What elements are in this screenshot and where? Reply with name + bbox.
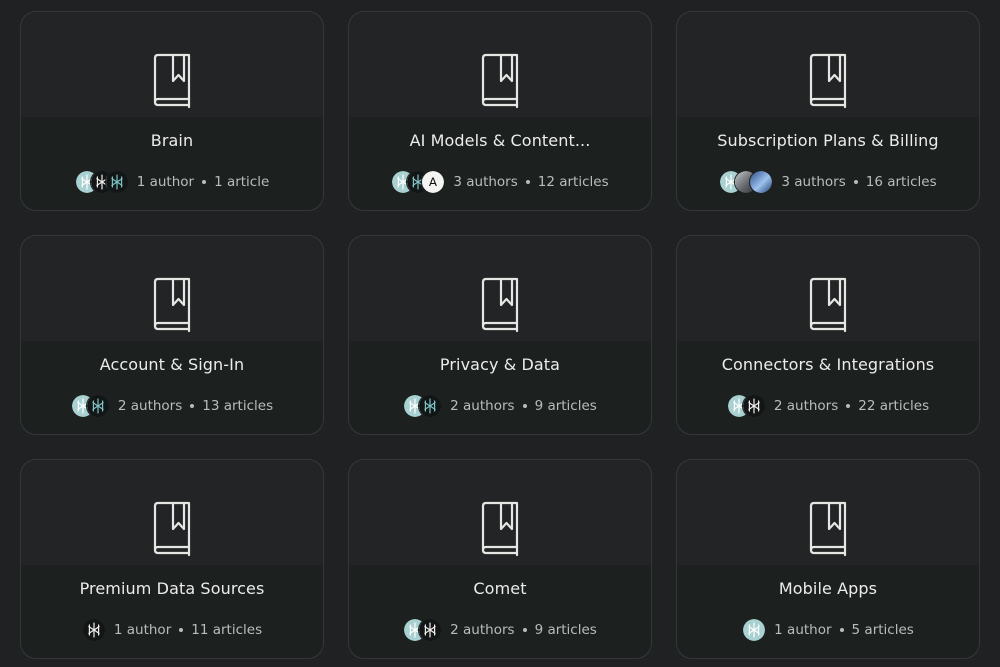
book-bookmark-icon	[809, 53, 847, 109]
author-avatar	[749, 170, 774, 194]
collection-meta: A 3 authors 12 articles	[349, 170, 651, 194]
article-count: 9 articles	[534, 622, 597, 638]
author-avatar	[81, 618, 106, 642]
book-bookmark-icon	[481, 277, 519, 333]
collection-title: AI Models & Content...	[409, 131, 591, 150]
collection-title: Brain	[150, 131, 194, 150]
author-count: 2 authors	[450, 622, 515, 638]
book-bookmark-icon	[481, 501, 519, 557]
collection-title: Connectors & Integrations	[721, 355, 935, 374]
collection-card-2[interactable]: AI Models & Content... A 3 authors 12 ar…	[348, 11, 652, 211]
author-count: 1 author	[774, 622, 832, 638]
book-bookmark-icon	[809, 277, 847, 333]
collection-meta: 2 authors 22 articles	[677, 394, 979, 418]
collection-title: Mobile Apps	[778, 579, 878, 598]
author-count: 2 authors	[450, 398, 515, 414]
author-avatars	[403, 618, 443, 642]
collection-meta: 3 authors 16 articles	[677, 170, 979, 194]
collection-card-3[interactable]: Subscription Plans & Billing 3 authors 1…	[676, 11, 980, 211]
article-count: 12 articles	[537, 174, 609, 190]
author-count: 1 author	[136, 174, 195, 190]
author-count: 3 authors	[781, 174, 846, 190]
book-bookmark-icon	[153, 501, 191, 557]
article-count: 16 articles	[865, 174, 937, 190]
separator-dot	[853, 180, 858, 184]
author-count: 1 author	[113, 622, 172, 638]
separator-dot	[190, 404, 195, 408]
collection-meta: 1 author 11 articles	[21, 618, 323, 642]
collection-meta: 2 authors 13 articles	[21, 394, 323, 418]
collection-title: Comet	[473, 579, 527, 598]
article-count: 9 articles	[534, 398, 597, 414]
article-count: 1 article	[214, 174, 270, 190]
separator-dot	[522, 404, 527, 408]
separator-dot	[525, 180, 530, 184]
collection-card-8[interactable]: Comet 2 authors 9 articles	[348, 459, 652, 659]
separator-dot	[179, 628, 184, 632]
article-count: 13 articles	[202, 398, 274, 414]
book-bookmark-icon	[809, 501, 847, 557]
collection-title: Privacy & Data	[439, 355, 561, 374]
collection-card-9[interactable]: Mobile Apps 1 author 5 articles	[676, 459, 980, 659]
collection-title: Premium Data Sources	[79, 579, 265, 598]
author-avatar	[104, 170, 129, 194]
collection-meta: 1 author 1 article	[21, 170, 323, 194]
author-avatar	[742, 618, 767, 642]
author-avatars	[726, 394, 766, 418]
author-count: 2 authors	[773, 398, 839, 414]
author-avatars	[719, 170, 774, 194]
separator-dot	[846, 404, 851, 408]
author-count: 2 authors	[117, 398, 183, 414]
collection-title: Subscription Plans & Billing	[717, 131, 939, 150]
author-avatar	[418, 394, 443, 418]
book-bookmark-icon	[153, 277, 191, 333]
article-count: 5 articles	[851, 622, 914, 638]
collection-meta: 2 authors 9 articles	[349, 618, 651, 642]
collection-card-6[interactable]: Connectors & Integrations 2 authors 22 a…	[676, 235, 980, 435]
collection-meta: 2 authors 9 articles	[349, 394, 651, 418]
author-avatars	[742, 618, 767, 642]
separator-dot	[839, 628, 844, 632]
collections-grid: Brain 1 author 1 article AI Models & Con…	[20, 11, 980, 659]
collection-title: Account & Sign-In	[99, 355, 245, 374]
collection-card-1[interactable]: Brain 1 author 1 article	[20, 11, 324, 211]
author-avatars: A	[391, 170, 446, 194]
collection-meta: 1 author 5 articles	[677, 618, 979, 642]
collection-card-7[interactable]: Premium Data Sources 1 author 11 article…	[20, 459, 324, 659]
svg-text:A: A	[429, 175, 438, 189]
collection-card-4[interactable]: Account & Sign-In 2 authors 13 articles	[20, 235, 324, 435]
author-count: 3 authors	[453, 174, 518, 190]
author-avatars	[403, 394, 443, 418]
article-count: 11 articles	[191, 622, 263, 638]
author-avatar: A	[421, 170, 446, 194]
article-count: 22 articles	[858, 398, 930, 414]
author-avatars	[70, 394, 110, 418]
author-avatar	[85, 394, 110, 418]
author-avatars	[74, 170, 129, 194]
separator-dot	[202, 180, 207, 184]
separator-dot	[522, 628, 527, 632]
author-avatar	[418, 618, 443, 642]
collection-card-5[interactable]: Privacy & Data 2 authors 9 articles	[348, 235, 652, 435]
author-avatars	[81, 618, 106, 642]
author-avatar	[741, 394, 766, 418]
book-bookmark-icon	[153, 53, 191, 109]
book-bookmark-icon	[481, 53, 519, 109]
